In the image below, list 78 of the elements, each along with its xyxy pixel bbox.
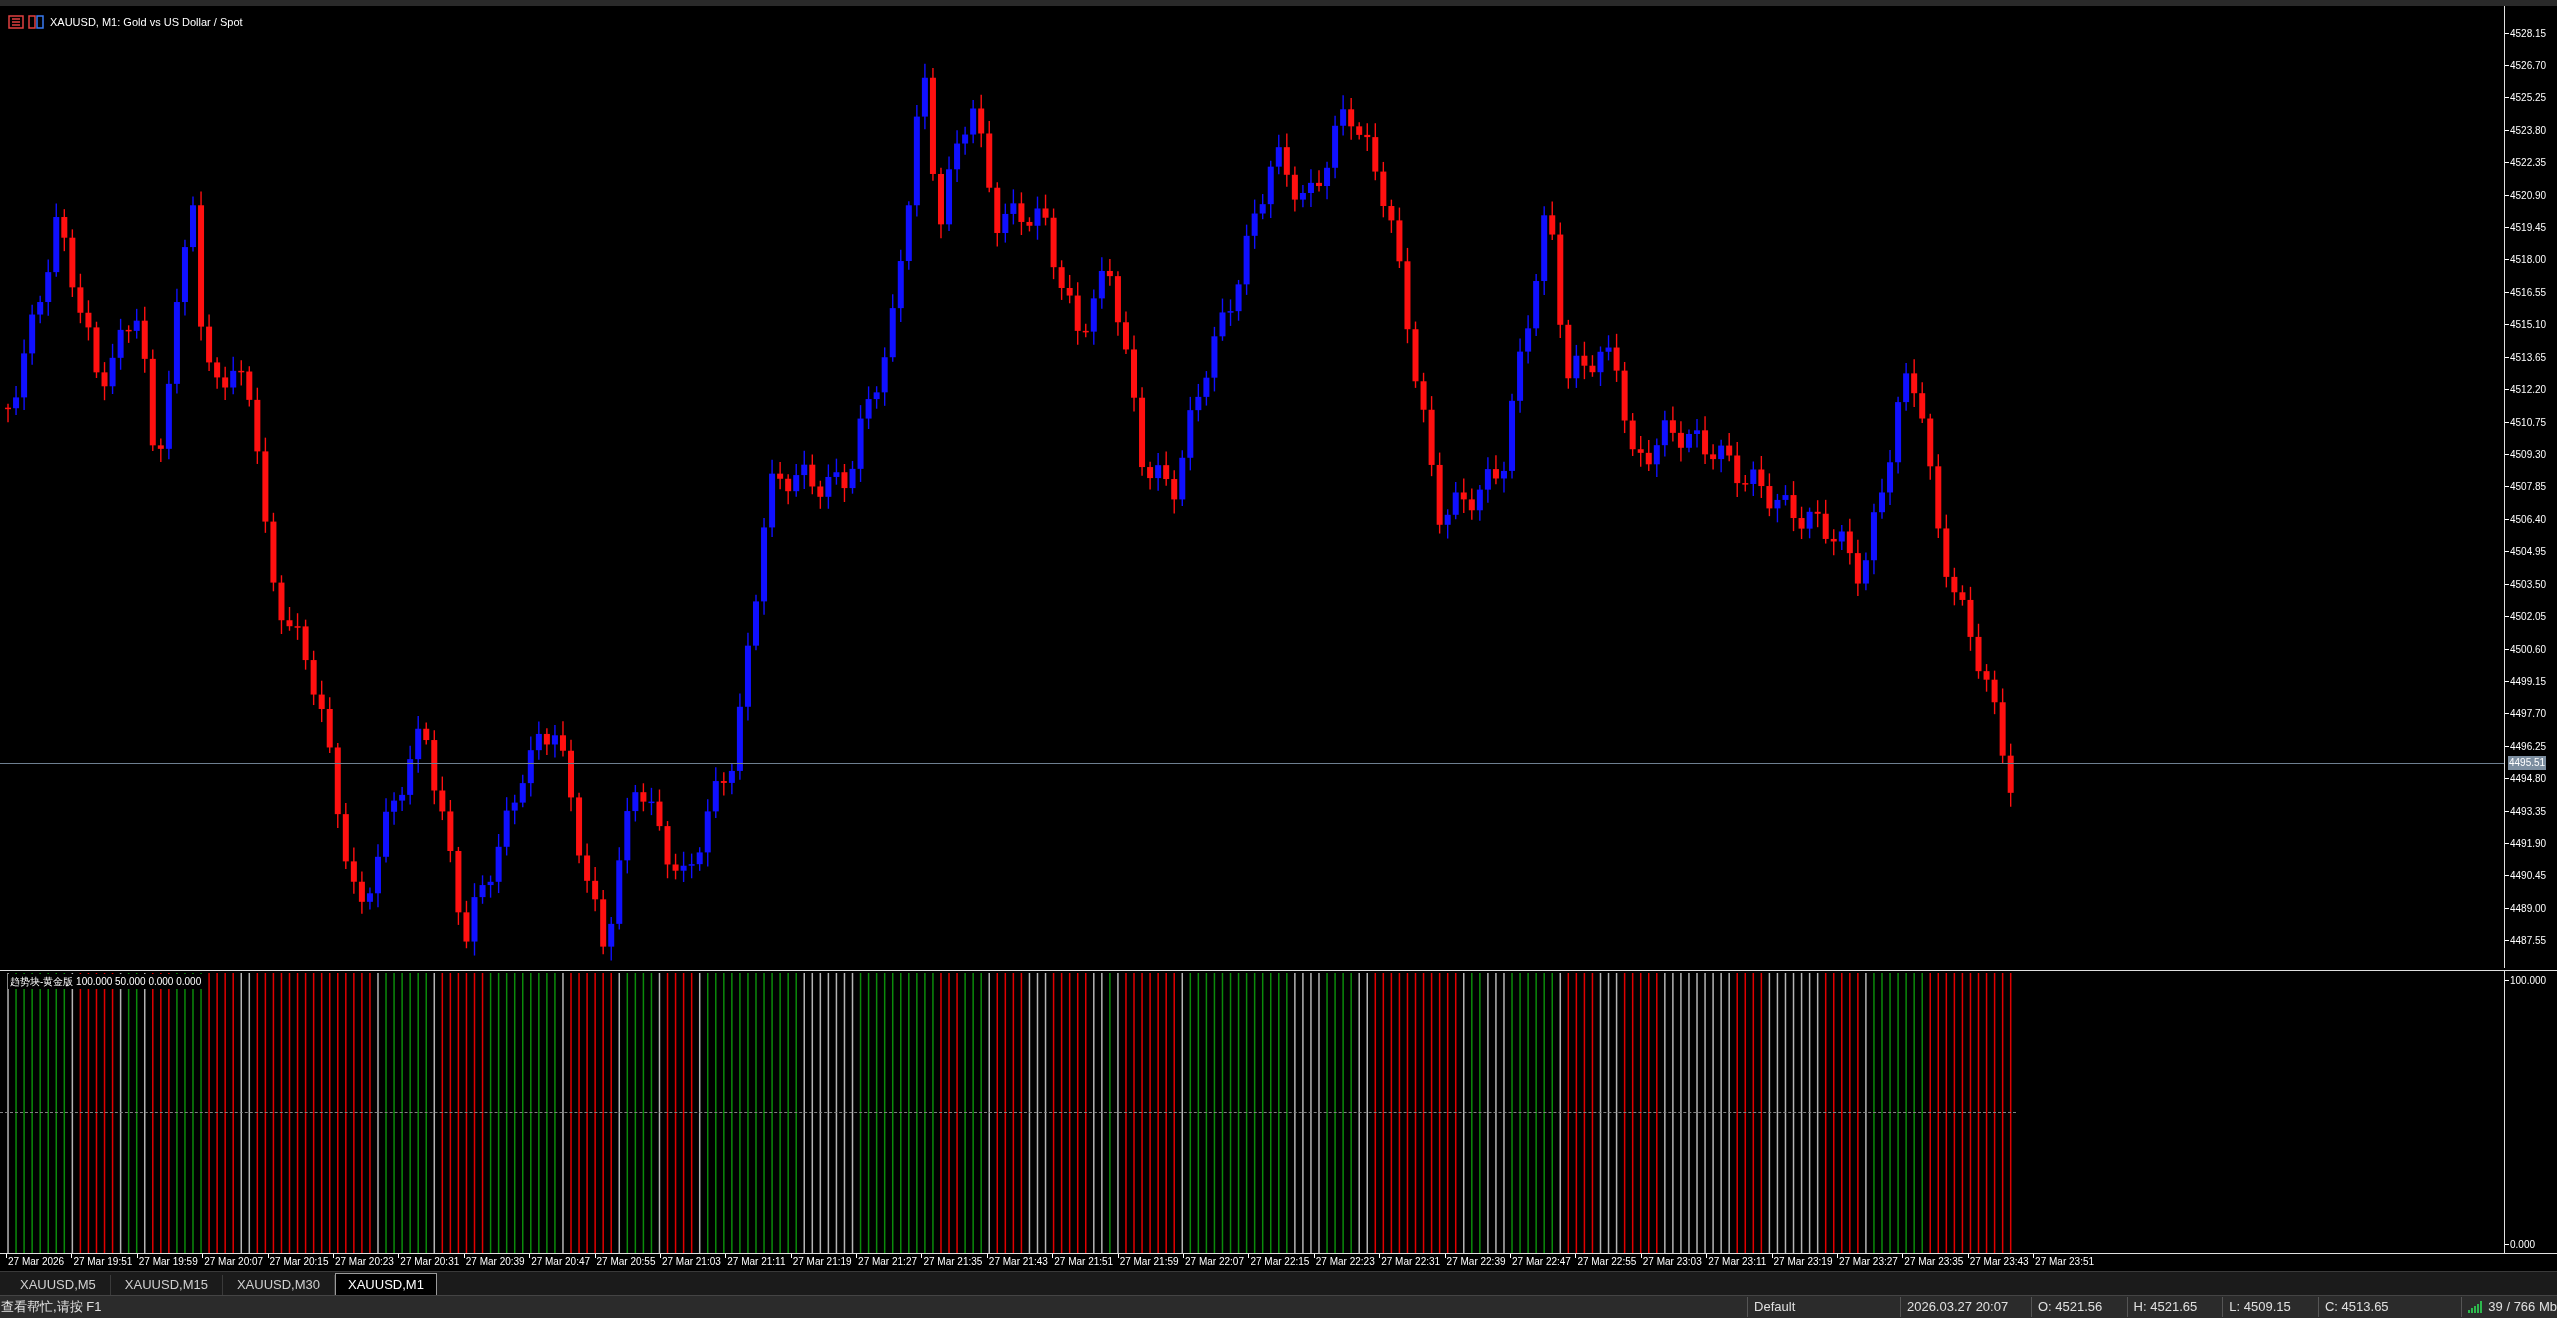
price-label: 4491.90 [2510,837,2547,852]
time-label: 27 Mar 20:07 [204,1255,264,1269]
window-title: XAUUSD, M1: Gold vs US Dollar / Spot [50,15,243,30]
price-label: 4504.95 [2510,545,2547,560]
price-label: 4500.60 [2510,642,2547,657]
status-low: L: 4509.15 [2222,1297,2318,1317]
price-label: 4519.45 [2510,221,2547,236]
indicator-axis-label: 0.000 [2510,1237,2536,1252]
price-label: 4493.35 [2510,804,2547,819]
price-label: 4526.70 [2510,58,2547,73]
price-label: 4513.65 [2510,350,2547,365]
time-label: 27 Mar 23:51 [2035,1255,2095,1269]
time-label: 27 Mar 20:15 [269,1255,329,1269]
price-label: 4507.85 [2510,480,2547,495]
time-label: 27 Mar 22:31 [1381,1255,1441,1269]
time-label: 27 Mar 21:19 [792,1255,852,1269]
time-label: 27 Mar 23:03 [1642,1255,1702,1269]
price-label: 4520.90 [2510,188,2547,203]
price-label: 4502.05 [2510,610,2547,625]
price-label: 4494.80 [2510,772,2547,787]
price-label: 4516.55 [2510,285,2547,300]
time-label: 27 Mar 20:31 [400,1255,460,1269]
price-label: 4528.15 [2510,26,2547,41]
time-label: 27 Mar 22:07 [1185,1255,1244,1269]
status-high: H: 4521.65 [2126,1297,2223,1317]
price-label: 4497.70 [2510,707,2547,722]
status-close: C: 4513.65 [2318,1297,2462,1317]
time-label: 27 Mar 23:19 [1773,1255,1833,1269]
signal-icon [2468,1301,2485,1313]
time-label: 27 Mar 19:59 [138,1255,198,1269]
chart-window-icon[interactable] [28,15,44,30]
time-label: 27 Mar 22:15 [1250,1255,1310,1269]
time-label: 27 Mar 23:43 [1969,1255,2029,1269]
price-label: 4510.75 [2510,415,2547,430]
price-label: 4487.55 [2510,934,2547,949]
time-label: 27 Mar 20:23 [334,1255,394,1269]
price-label: 4496.25 [2510,739,2547,754]
status-help-text: 查看帮忙,请按 F1 [0,1298,103,1317]
status-open: O: 4521.56 [2030,1297,2127,1317]
price-label: 4512.20 [2510,383,2547,398]
time-label: 27 Mar 21:51 [1054,1255,1114,1269]
status-time: 2026.03.27 20:07 [1899,1297,2031,1317]
time-label: 27 Mar 23:35 [1904,1255,1964,1269]
time-label: 27 Mar 20:39 [465,1255,525,1269]
price-label: 4522.35 [2510,156,2547,171]
time-label: 27 Mar 22:47 [1512,1255,1571,1269]
current-price-tag: 4495.51 [2508,755,2547,770]
price-label: 4506.40 [2510,512,2547,527]
price-label: 4489.00 [2510,901,2547,916]
time-label: 27 Mar 23:27 [1838,1255,1898,1269]
price-label: 4525.25 [2510,91,2547,106]
status-profile: Default [1747,1297,1900,1317]
price-label: 4523.80 [2510,123,2547,138]
time-label: 27 Mar 19:51 [73,1255,133,1269]
time-label: 27 Mar 21:43 [988,1255,1048,1269]
status-memory: 39 / 766 Mb [2488,1298,2557,1317]
indicator-axis-label: 100.000 [2510,973,2547,988]
time-label: 27 Mar 21:27 [858,1255,917,1269]
chart-list-icon[interactable] [8,15,24,30]
price-label: 4499.15 [2510,674,2547,689]
time-label: 27 Mar 22:55 [1577,1255,1637,1269]
price-label: 4515.10 [2510,318,2547,333]
price-label: 4490.45 [2510,869,2547,884]
time-label: 27 Mar 23:11 [1708,1255,1767,1269]
time-label: 27 Mar 20:55 [596,1255,656,1269]
time-label: 27 Mar 21:11 [727,1255,786,1269]
time-label: 27 Mar 2026 [8,1255,65,1269]
indicator-label: 趋势块-黄金版 100.000 50.000 0.000 0.000 [8,974,204,989]
time-label: 27 Mar 22:39 [1446,1255,1506,1269]
time-label: 27 Mar 21:03 [661,1255,721,1269]
price-label: 4518.00 [2510,253,2547,268]
time-label: 27 Mar 21:35 [923,1255,983,1269]
price-label: 4503.50 [2510,577,2547,592]
chart-tab[interactable]: XAUUSD,M1 [335,1273,437,1295]
time-label: 27 Mar 22:23 [1315,1255,1375,1269]
time-label: 27 Mar 20:47 [531,1255,591,1269]
price-label: 4509.30 [2510,448,2547,462]
time-label: 27 Mar 21:59 [1119,1255,1179,1269]
